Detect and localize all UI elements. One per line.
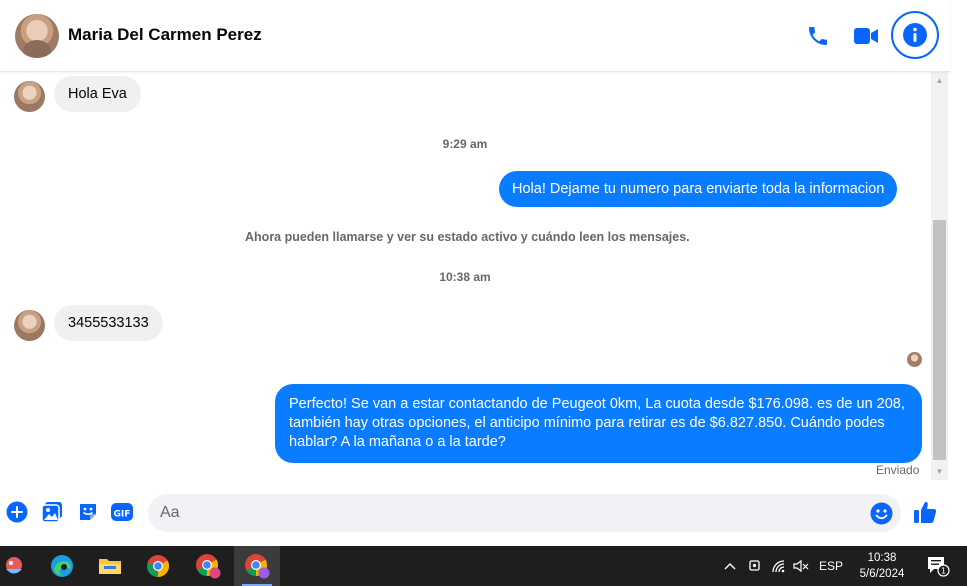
sender-avatar[interactable] bbox=[14, 81, 45, 112]
emoji-icon bbox=[870, 502, 892, 524]
image-icon bbox=[41, 502, 62, 523]
windows-taskbar: ESP 10:38 5/6/2024 1 bbox=[0, 546, 967, 586]
system-notice: Ahora pueden llamarse y ver su estado ac… bbox=[245, 230, 690, 244]
folder-icon bbox=[99, 559, 121, 574]
taskbar-edge[interactable] bbox=[44, 546, 80, 586]
tray-network[interactable] bbox=[768, 546, 790, 586]
gif-icon: GIF bbox=[111, 503, 133, 521]
plus-circle-icon bbox=[6, 501, 28, 523]
start-button[interactable] bbox=[0, 546, 28, 586]
message-composer: GIF bbox=[0, 484, 950, 544]
conversation-info-button[interactable] bbox=[891, 11, 939, 59]
message-timestamp: 9:29 am bbox=[442, 137, 488, 151]
message-status: Enviado bbox=[876, 463, 920, 477]
send-like-button[interactable] bbox=[911, 498, 939, 526]
notification-center-button[interactable]: 1 bbox=[922, 546, 954, 586]
taskbar-chrome-profile[interactable] bbox=[190, 546, 226, 586]
chevron-up-icon bbox=[724, 563, 736, 570]
sender-avatar[interactable] bbox=[14, 310, 45, 341]
scroll-down-arrow-icon[interactable]: ▼ bbox=[931, 463, 948, 480]
video-camera-icon bbox=[854, 28, 878, 44]
start-app-icon bbox=[6, 557, 22, 574]
more-actions-button[interactable] bbox=[5, 500, 29, 524]
volume-muted-icon bbox=[793, 559, 809, 573]
outgoing-message[interactable]: Hola! Dejame tu numero para enviarte tod… bbox=[499, 171, 898, 207]
messages-scrollbar[interactable]: ▲ ▼ bbox=[931, 72, 948, 480]
taskbar-file-explorer[interactable] bbox=[92, 546, 128, 586]
show-hidden-icons-button[interactable] bbox=[720, 546, 740, 586]
wifi-icon bbox=[772, 560, 785, 573]
seen-receipt-avatar bbox=[907, 352, 922, 367]
taskbar-chrome[interactable] bbox=[140, 546, 176, 586]
emoji-button[interactable] bbox=[869, 501, 893, 525]
notification-icon: 1 bbox=[928, 557, 950, 577]
device-icon bbox=[749, 560, 760, 571]
info-icon bbox=[903, 23, 927, 47]
message-timestamp: 10:38 am bbox=[439, 270, 491, 284]
gif-button[interactable]: GIF bbox=[110, 500, 134, 524]
svg-text:1: 1 bbox=[941, 567, 946, 576]
outgoing-message[interactable]: Perfecto! Se van a estar contactando de … bbox=[275, 384, 922, 463]
attach-photo-button[interactable] bbox=[40, 500, 64, 524]
scroll-thumb[interactable] bbox=[933, 220, 946, 460]
incoming-message[interactable]: Hola Eva bbox=[54, 76, 141, 112]
edge-browser-icon bbox=[51, 555, 73, 577]
clock-time: 10:38 bbox=[867, 552, 897, 564]
sticker-button[interactable] bbox=[76, 500, 100, 524]
clock-date: 5/6/2024 bbox=[859, 568, 905, 580]
thumbs-up-icon bbox=[914, 501, 937, 523]
chrome-profile-icon bbox=[196, 554, 221, 579]
incoming-message[interactable]: 3455533133 bbox=[54, 305, 163, 341]
video-call-button[interactable] bbox=[852, 22, 880, 50]
input-language-indicator[interactable]: ESP bbox=[818, 546, 844, 586]
chrome-profile-active-icon bbox=[245, 554, 270, 579]
svg-text:GIF: GIF bbox=[114, 510, 131, 520]
taskbar-chrome-active[interactable] bbox=[234, 546, 280, 586]
system-clock[interactable]: 10:38 5/6/2024 bbox=[848, 546, 916, 586]
contact-name[interactable]: Maria Del Carmen Perez bbox=[68, 25, 262, 45]
tray-volume[interactable] bbox=[790, 546, 812, 586]
phone-icon bbox=[809, 27, 827, 45]
audio-call-button[interactable] bbox=[804, 22, 832, 50]
chrome-icon bbox=[147, 555, 169, 577]
contact-avatar[interactable] bbox=[15, 14, 59, 58]
chat-header: Maria Del Carmen Perez bbox=[0, 0, 950, 72]
sticker-icon bbox=[80, 504, 96, 520]
message-input[interactable] bbox=[148, 494, 901, 532]
scroll-up-arrow-icon[interactable]: ▲ bbox=[931, 72, 948, 89]
tray-meet-now[interactable] bbox=[744, 546, 766, 586]
